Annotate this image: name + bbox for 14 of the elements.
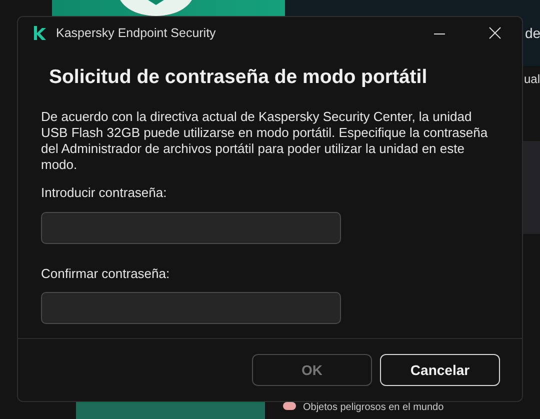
password-field[interactable] [41,212,341,244]
text-fragment: ual [524,71,540,88]
legend-label: Objetos peligrosos en el mundo [303,401,444,415]
text-fragment: de [525,24,540,43]
field-label: Confirmar contraseña: [41,264,171,283]
window-title: Kaspersky Endpoint Security [56,24,216,42]
cancel-button[interactable]: Cancelar [380,354,500,386]
field-label: Introducir contraseña: [41,184,168,202]
close-icon [489,27,501,39]
shield-icon [118,0,194,16]
dialog-heading: Solicitud de contraseña de modo portátil [49,65,428,90]
password-field[interactable] [41,292,341,324]
app-logo-icon [34,26,46,40]
message-text: De acuerdo con la directiva actual de Kaspersky Security Center, la unidad USB Flash 32GB puede utilizarse en modo portátil. Especifique la contraseña del Administrador de archivos portátil para poder utilizar la unidad en este modo. [41,109,488,174]
